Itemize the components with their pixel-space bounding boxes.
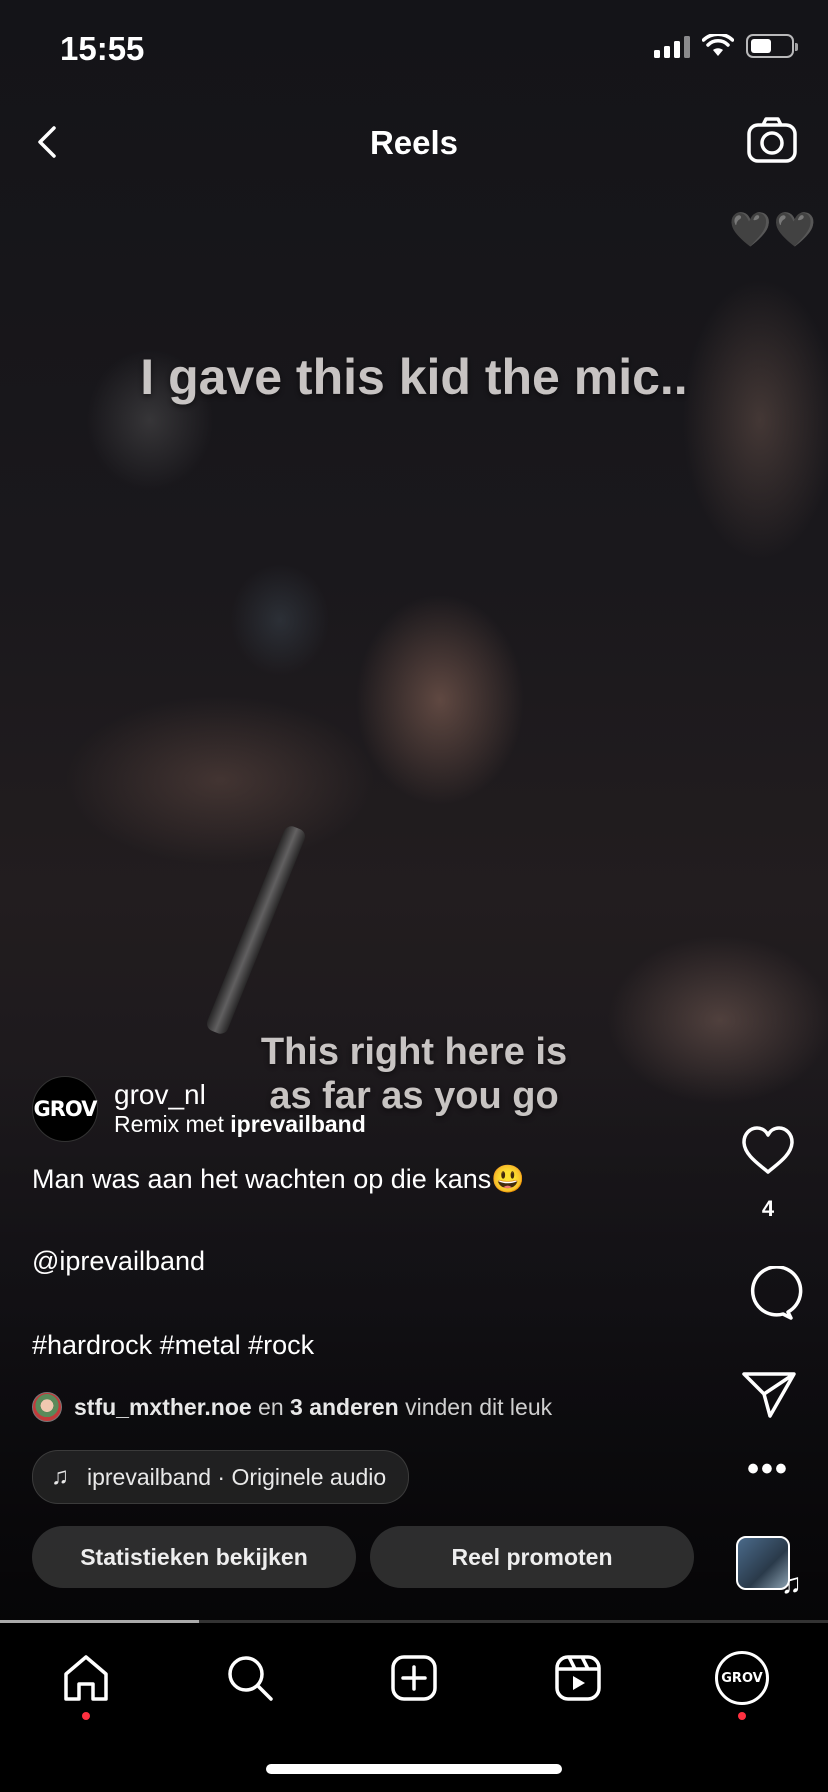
reel-video[interactable]	[0, 0, 828, 1622]
video-progress-bar[interactable]	[0, 1620, 828, 1623]
notification-dot	[738, 1712, 746, 1720]
status-icons	[654, 34, 798, 58]
username[interactable]: grov_nl	[114, 1080, 366, 1110]
likes-summary[interactable]: stfu_mxther.noe en 3 anderen vinden dit …	[32, 1392, 552, 1422]
likes-others[interactable]: 3 anderen	[290, 1394, 399, 1421]
audio-pill[interactable]: ♫ iprevailband · Originele audio	[32, 1450, 410, 1504]
post-author[interactable]: GROV grov_nl Remix met iprevailband	[32, 1076, 366, 1142]
music-note-icon: ♫	[51, 1463, 69, 1490]
camera-icon[interactable]	[746, 114, 798, 166]
avatar[interactable]: GROV	[32, 1076, 98, 1142]
profile-avatar: GROV	[715, 1651, 769, 1705]
promote-reel-button[interactable]: Reel promoten	[370, 1526, 694, 1588]
like-count: 4	[761, 1196, 775, 1221]
reels-header: Reels	[0, 108, 828, 178]
comment-bubble-icon[interactable]	[708, 1266, 828, 1322]
liker-avatar	[32, 1392, 62, 1422]
share-paper-plane-icon[interactable]	[708, 1366, 828, 1422]
status-bar: 15:55	[0, 0, 828, 100]
video-overlay-line1: This right here is	[260, 1031, 568, 1073]
nav-reels[interactable]	[548, 1648, 608, 1708]
nav-create[interactable]	[384, 1648, 444, 1708]
music-note-icon: ♫	[781, 1568, 802, 1599]
caption-mention[interactable]: @iprevailband	[32, 1246, 205, 1277]
more-options-icon[interactable]: •••	[708, 1450, 828, 1489]
caption-hashtags[interactable]: #hardrock #metal #rock	[32, 1330, 314, 1361]
wifi-icon	[702, 34, 734, 56]
microphone-shape	[204, 823, 308, 1037]
nav-home[interactable]	[56, 1648, 116, 1720]
video-overlay-text-top: I gave this kid the mic..	[140, 349, 688, 405]
status-time: 15:55	[60, 30, 145, 67]
remix-label[interactable]: Remix met iprevailband	[114, 1110, 366, 1138]
notification-dot	[82, 1712, 90, 1720]
like-heart-icon[interactable]	[708, 1122, 828, 1178]
page-title: Reels	[369, 124, 459, 161]
video-progress-fill	[0, 1620, 199, 1623]
black-hearts-emoji: 🖤🖤	[729, 211, 818, 249]
home-icon	[64, 1655, 108, 1701]
reels-icon	[555, 1655, 601, 1701]
post-caption[interactable]: Man was aan het wachten op die kans😃	[32, 1162, 525, 1196]
home-indicator	[266, 1764, 562, 1774]
liker-username[interactable]: stfu_mxther.noe	[74, 1394, 252, 1421]
nav-search[interactable]	[220, 1648, 280, 1708]
search-icon	[228, 1656, 273, 1701]
audio-label: iprevailband · Originele audio	[87, 1463, 387, 1490]
add-post-icon	[391, 1655, 437, 1701]
cellular-signal-icon	[654, 34, 690, 58]
battery-icon	[746, 34, 798, 58]
nav-profile[interactable]: GROV	[712, 1648, 772, 1720]
view-insights-button[interactable]: Statistieken bekijken	[32, 1526, 356, 1588]
